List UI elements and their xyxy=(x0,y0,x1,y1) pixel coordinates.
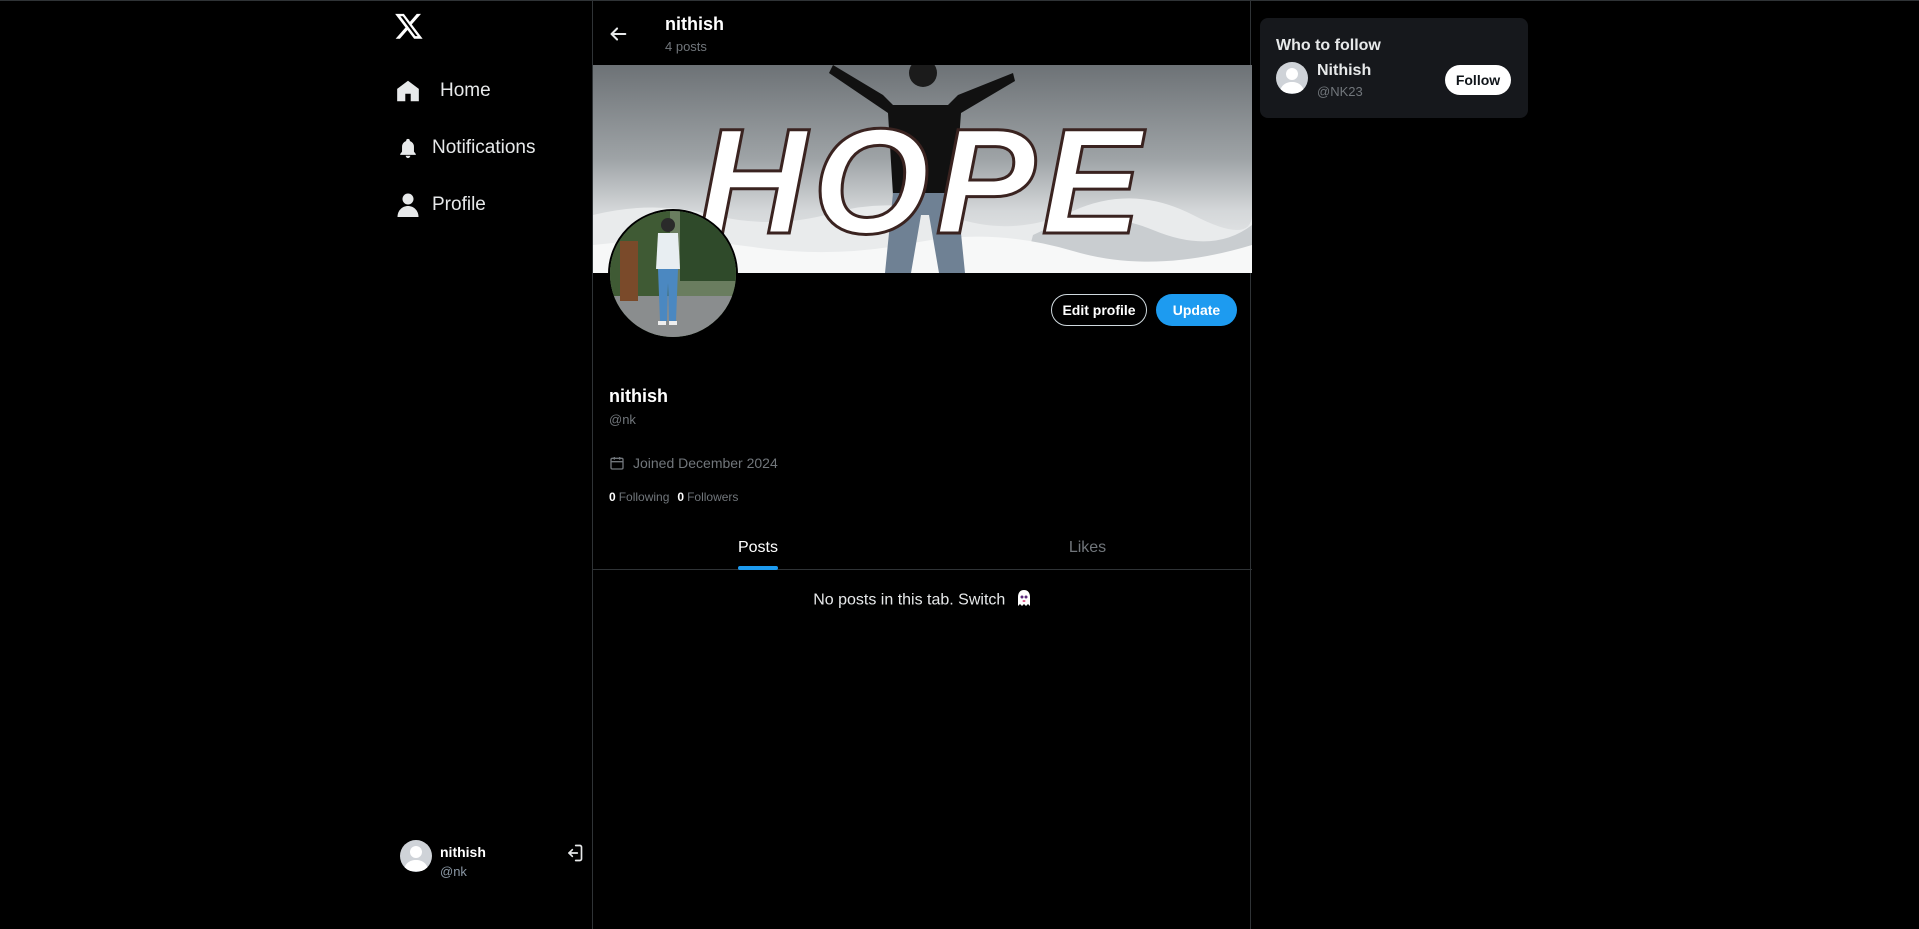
profile-handle: @nk xyxy=(609,412,636,427)
followers-link[interactable]: 0 Followers xyxy=(677,490,738,504)
who-to-follow-title: Who to follow xyxy=(1276,37,1381,54)
sidebar-item-label: Notifications xyxy=(432,137,536,158)
bell-icon xyxy=(394,134,422,162)
avatar xyxy=(400,840,432,872)
page-title: nithish xyxy=(665,14,724,34)
banner-text: HOPE xyxy=(698,97,1147,265)
sidebar-item-label: Home xyxy=(440,80,491,101)
tab-likes[interactable]: Likes xyxy=(923,526,1252,570)
profile-name: nithish xyxy=(609,386,668,406)
tab-posts[interactable]: Posts xyxy=(593,526,923,570)
joined-text: Joined December 2024 xyxy=(633,455,778,471)
follow-stats: 0 Following 0 Followers xyxy=(609,490,738,504)
post-count: 4 posts xyxy=(665,39,707,54)
update-button[interactable]: Update xyxy=(1156,294,1237,326)
suggested-user-handle: @NK23 xyxy=(1317,84,1363,99)
account-switcher[interactable]: nithish @nk xyxy=(398,837,583,881)
logout-icon[interactable] xyxy=(564,843,584,863)
avatar[interactable] xyxy=(1276,62,1308,94)
ghost-icon xyxy=(1016,589,1032,612)
profile-avatar[interactable] xyxy=(608,209,738,339)
follow-button[interactable]: Follow xyxy=(1445,65,1511,95)
sidebar-item-notifications[interactable]: Notifications xyxy=(394,128,536,168)
x-logo-icon[interactable] xyxy=(394,11,424,41)
suggested-user-name[interactable]: Nithish xyxy=(1317,62,1371,80)
empty-state: No posts in this tab. Switch xyxy=(593,589,1252,612)
joined-date: Joined December 2024 xyxy=(609,455,778,471)
sidebar-item-home[interactable]: Home xyxy=(394,71,491,111)
user-icon xyxy=(394,191,422,219)
sidebar-item-profile[interactable]: Profile xyxy=(394,185,486,225)
calendar-icon xyxy=(609,455,625,471)
app: Home Notifications Profile nithish @nk n… xyxy=(0,0,1919,929)
active-tab-indicator xyxy=(738,566,778,570)
home-icon xyxy=(394,77,422,105)
empty-state-text: No posts in this tab. Switch xyxy=(813,591,1006,609)
main-column: nithish 4 posts HOPE Edit profile Update… xyxy=(592,1,1252,929)
account-handle: @nk xyxy=(440,864,467,879)
sidebar: Home Notifications Profile nithish @nk xyxy=(380,1,592,929)
account-name: nithish xyxy=(440,844,486,860)
profile-header: nithish 4 posts xyxy=(593,1,1250,65)
who-to-follow-panel: Who to follow Nithish @NK23 Follow xyxy=(1260,18,1528,118)
back-arrow-icon[interactable] xyxy=(607,23,629,45)
sidebar-item-label: Profile xyxy=(432,194,486,215)
profile-tabs: Posts Likes xyxy=(593,526,1252,570)
following-link[interactable]: 0 Following xyxy=(609,490,669,504)
edit-profile-button[interactable]: Edit profile xyxy=(1051,294,1147,326)
